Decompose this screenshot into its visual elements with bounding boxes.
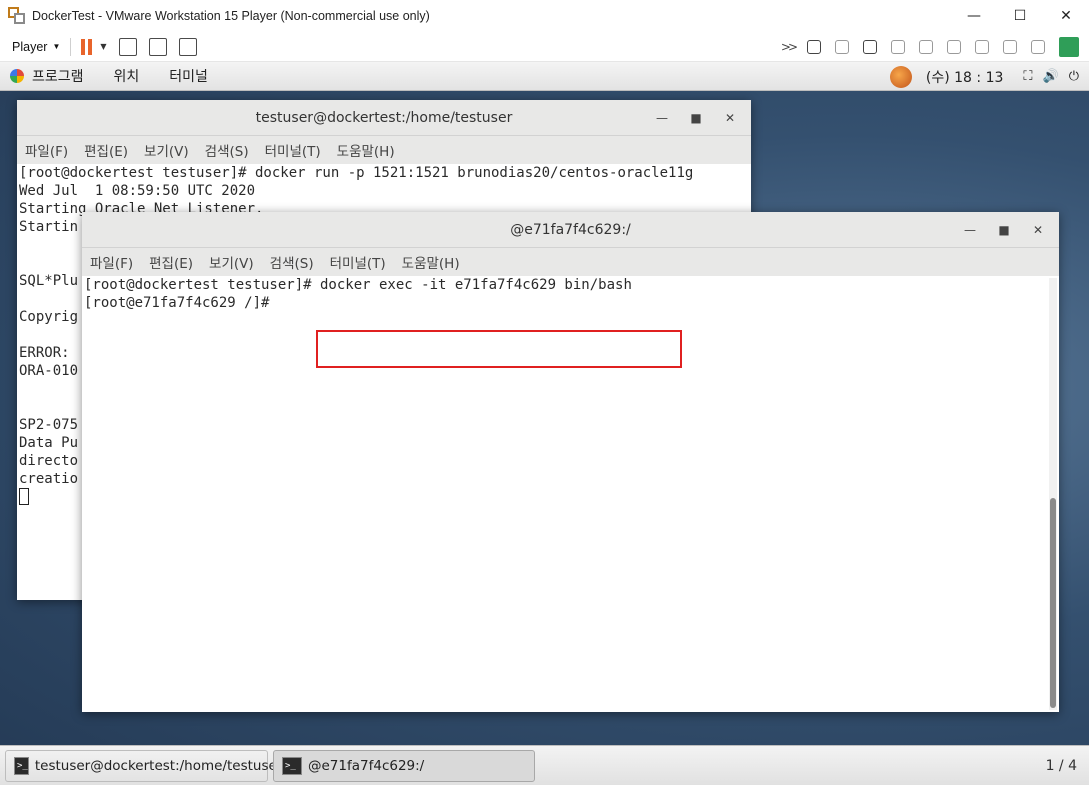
update-notifier-icon[interactable]	[889, 65, 912, 88]
usb-device-2-icon[interactable]	[1003, 40, 1017, 54]
terminal-line: [root@e71fa7f4c629 /]#	[84, 295, 278, 311]
minimize-button[interactable]: —	[951, 0, 997, 32]
menu-help[interactable]: 도움말(H)	[402, 252, 460, 272]
player-menu[interactable]: Player ▼	[12, 40, 60, 54]
usb-device-icon[interactable]	[975, 40, 989, 54]
menu-terminal-sub[interactable]: 터미널(T)	[330, 252, 386, 272]
menu-file[interactable]: 파일(F)	[90, 252, 133, 272]
scrollbar-thumb[interactable]	[1050, 498, 1056, 708]
send-ctrl-alt-del-icon[interactable]	[118, 37, 137, 56]
terminal-cursor	[19, 488, 29, 505]
player-menu-label: Player	[12, 39, 48, 54]
terminal-close-button[interactable]: ✕	[1021, 223, 1055, 237]
close-button[interactable]: ✕	[1043, 0, 1089, 32]
unity-mode-icon[interactable]	[178, 37, 197, 56]
taskbar-item-container-terminal[interactable]: >_ @e71fa7f4c629:/	[273, 749, 535, 782]
workspace-pager[interactable]: 1 / 4	[1046, 758, 1077, 774]
menu-terminal-sub[interactable]: 터미널(T)	[265, 140, 321, 160]
menu-help[interactable]: 도움말(H)	[337, 140, 395, 160]
terminal-minimize-button[interactable]: —	[953, 223, 987, 237]
terminal-menubar: 파일(F) 편집(E) 보기(V) 검색(S) 터미널(T) 도움말(H)	[82, 248, 1059, 276]
hard-disk-icon[interactable]	[807, 40, 821, 54]
terminal-icon: >_	[14, 756, 29, 775]
camera-icon[interactable]	[947, 40, 961, 54]
menu-edit[interactable]: 편집(E)	[84, 140, 128, 160]
terminal-title: @e71fa7f4c629:/	[510, 221, 631, 238]
menu-search[interactable]: 검색(S)	[205, 140, 249, 160]
menu-terminal[interactable]: 터미널	[169, 66, 208, 86]
cd-drive-icon[interactable]	[835, 40, 849, 54]
taskbar-item-label: @e71fa7f4c629:/	[308, 757, 425, 774]
taskbar-item-label: testuser@dockertest:/home/testuser	[34, 757, 283, 774]
power-options-chevron-icon[interactable]: ▼	[100, 42, 106, 51]
menu-applications[interactable]: 프로그램	[32, 66, 84, 86]
guest-desktop: 프로그램 위치 터미널 (수) 18 : 13 ⛶ 🔊 ⏻ testuser@d…	[0, 62, 1089, 785]
power-icon[interactable]: ⏻	[1069, 69, 1079, 84]
chevron-down-icon: ▼	[52, 42, 61, 51]
more-devices-icon[interactable]: >>	[781, 40, 798, 54]
terminal-line: [root@dockertest testuser]# docker exec …	[84, 277, 632, 293]
fit-guest-icon[interactable]	[148, 37, 167, 56]
terminal-close-button[interactable]: ✕	[713, 111, 747, 125]
maximize-button[interactable]: ☐	[997, 0, 1043, 32]
menu-file[interactable]: 파일(F)	[25, 140, 68, 160]
vmware-title-bar: DockerTest - VMware Workstation 15 Playe…	[0, 0, 1089, 32]
terminal-window-container[interactable]: @e71fa7f4c629:/ — ■ ✕ 파일(F) 편집(E) 보기(V) …	[82, 212, 1059, 712]
message-log-icon[interactable]	[1059, 37, 1079, 57]
terminal-title: testuser@dockertest:/home/testuser	[255, 109, 513, 126]
network-icon[interactable]: ⛶	[1023, 69, 1032, 84]
vmware-logo-icon	[8, 7, 26, 25]
terminal-line: Wed Jul 1 08:59:50 UTC 2020	[19, 183, 256, 199]
taskbar-item-testuser-terminal[interactable]: >_ testuser@dockertest:/home/testuser	[5, 749, 282, 782]
gnome-taskbar: >_ testuser@dockertest:/home/testuser >_…	[0, 745, 1089, 785]
pause-icon[interactable]	[81, 38, 93, 55]
gnome-top-panel: 프로그램 위치 터미널 (수) 18 : 13 ⛶ 🔊 ⏻	[0, 62, 1089, 91]
terminal-maximize-button[interactable]: ■	[679, 111, 713, 125]
menu-view[interactable]: 보기(V)	[209, 252, 254, 272]
volume-icon[interactable]: 🔊	[1043, 69, 1059, 84]
terminal-scrollbar[interactable]	[1049, 278, 1057, 710]
terminal-line: [root@dockertest testuser]# docker run -…	[19, 165, 694, 181]
menu-search[interactable]: 검색(S)	[270, 252, 314, 272]
terminal-title-bar[interactable]: testuser@dockertest:/home/testuser — ■ ✕	[17, 100, 751, 136]
network-adapter-icon[interactable]	[863, 40, 877, 54]
sound-card-icon[interactable]	[919, 40, 933, 54]
menu-view[interactable]: 보기(V)	[144, 140, 189, 160]
vmware-toolbar: Player ▼ ▼ >>	[0, 32, 1089, 62]
panel-clock[interactable]: (수) 18 : 13	[926, 67, 1004, 87]
menu-places[interactable]: 위치	[114, 66, 140, 86]
toolbar-divider	[70, 37, 72, 56]
terminal-maximize-button[interactable]: ■	[987, 223, 1021, 237]
terminal-menubar: 파일(F) 편집(E) 보기(V) 검색(S) 터미널(T) 도움말(H)	[17, 136, 751, 164]
removable-device-icon[interactable]	[1031, 40, 1045, 54]
printer-icon[interactable]	[891, 40, 905, 54]
terminal-title-bar[interactable]: @e71fa7f4c629:/ — ■ ✕	[82, 212, 1059, 248]
highlight-box	[316, 330, 682, 368]
window-title: DockerTest - VMware Workstation 15 Playe…	[32, 9, 430, 23]
applications-icon[interactable]	[10, 69, 24, 83]
terminal-minimize-button[interactable]: —	[645, 111, 679, 125]
menu-edit[interactable]: 편집(E)	[149, 252, 193, 272]
terminal-icon: >_	[282, 756, 302, 775]
